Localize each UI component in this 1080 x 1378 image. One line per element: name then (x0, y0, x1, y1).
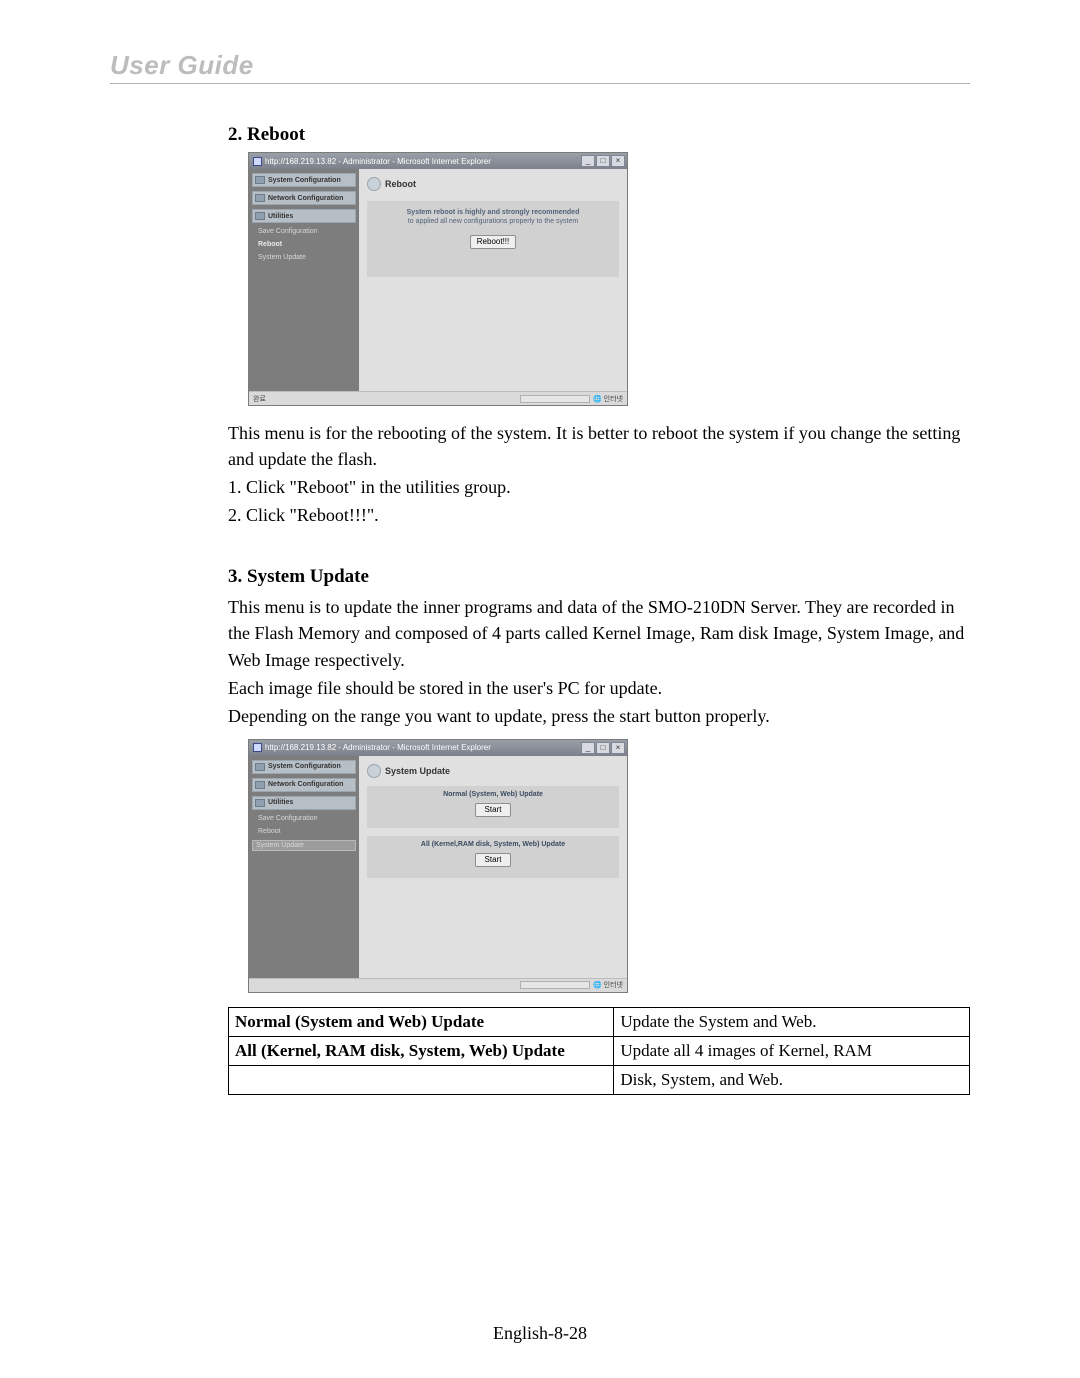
sidebar-item-label: Utilities (268, 213, 293, 220)
maximize-icon[interactable]: □ (596, 155, 610, 167)
main-panel: System Update Normal (System, Web) Updat… (359, 756, 627, 978)
close-icon[interactable]: × (611, 742, 625, 754)
sidebar-item-label: Network Configuration (268, 195, 343, 202)
update-heading: 3. System Update (228, 566, 970, 588)
maximize-icon[interactable]: □ (596, 742, 610, 754)
sidebar-item-label: System Configuration (268, 177, 341, 184)
update-screenshot: http://168.219.13.82 - Administrator - M… (248, 739, 628, 993)
window-title: http://168.219.13.82 - Administrator - M… (265, 157, 491, 166)
folder-icon (255, 194, 265, 202)
wrench-icon (367, 764, 381, 778)
minimize-icon[interactable]: _ (581, 155, 595, 167)
panel-title-label: System Update (385, 766, 450, 776)
reboot-msg-line2: to applied all new configurations proper… (377, 218, 609, 225)
update-table-all-label-empty (229, 1065, 614, 1094)
reboot-step1: 1. Click "Reboot" in the utilities group… (228, 474, 970, 500)
window-title: http://168.219.13.82 - Administrator - M… (265, 743, 491, 752)
sidebar-item-label: System Configuration (268, 763, 341, 770)
sidebar: System Configuration Network Configurati… (249, 756, 359, 978)
update-table-normal-desc: Update the System and Web. (614, 1007, 970, 1036)
window-controls: _ □ × (581, 155, 625, 167)
folder-icon (255, 781, 265, 789)
ie-icon (253, 743, 262, 752)
status-right: 🌐 인터넷 (593, 394, 623, 404)
sidebar-item-network-configuration[interactable]: Network Configuration (252, 191, 356, 205)
reboot-msg-line1: System reboot is highly and strongly rec… (377, 209, 609, 216)
page-title: User Guide (110, 50, 970, 81)
reboot-step2: 2. Click "Reboot!!!". (228, 502, 970, 528)
progress-bar (520, 981, 590, 989)
update-table-all-label: All (Kernel, RAM disk, System, Web) Upda… (229, 1036, 614, 1065)
window-controls: _ □ × (581, 742, 625, 754)
start-all-button[interactable]: Start (475, 853, 511, 867)
sidebar-sub-reboot[interactable]: Reboot (252, 240, 356, 249)
sidebar-item-utilities[interactable]: Utilities (252, 209, 356, 223)
update-table-all-desc-a: Update all 4 images of Kernel, RAM (614, 1036, 970, 1065)
minimize-icon[interactable]: _ (581, 742, 595, 754)
sidebar-item-system-configuration[interactable]: System Configuration (252, 760, 356, 774)
window-titlebar: http://168.219.13.82 - Administrator - M… (249, 153, 627, 169)
update-p3: Depending on the range you want to updat… (228, 703, 970, 729)
update-p2: Each image file should be stored in the … (228, 675, 970, 701)
update-table-all-desc-b: Disk, System, and Web. (614, 1065, 970, 1094)
all-update-label: All (Kernel,RAM disk, System, Web) Updat… (373, 841, 613, 848)
panel-title-label: Reboot (385, 179, 416, 189)
status-bar: 완료 🌐 인터넷 (249, 391, 627, 405)
panel-title: System Update (367, 764, 619, 778)
reboot-heading: 2. Reboot (228, 124, 970, 146)
status-right: 🌐 인터넷 (593, 980, 623, 990)
header-divider (110, 83, 970, 84)
normal-update-label: Normal (System, Web) Update (373, 791, 613, 798)
sidebar-item-system-configuration[interactable]: System Configuration (252, 173, 356, 187)
folder-icon (255, 212, 265, 220)
folder-icon (255, 176, 265, 184)
close-icon[interactable]: × (611, 155, 625, 167)
sidebar-item-label: Utilities (268, 799, 293, 806)
reboot-button[interactable]: Reboot!!! (470, 235, 516, 249)
page-footer: English-8-28 (0, 1323, 1080, 1344)
status-left: 완료 (253, 394, 266, 404)
reboot-desc: This menu is for the rebooting of the sy… (228, 420, 970, 472)
sidebar-item-label: Network Configuration (268, 781, 343, 788)
sidebar-sub-system-update[interactable]: System Update (252, 253, 356, 262)
sidebar-sub-system-update[interactable]: System Update (252, 840, 356, 851)
panel-title: Reboot (367, 177, 619, 191)
reboot-screenshot: http://168.219.13.82 - Administrator - M… (248, 152, 628, 406)
start-normal-button[interactable]: Start (475, 803, 511, 817)
all-update-row: All (Kernel,RAM disk, System, Web) Updat… (367, 836, 619, 878)
folder-icon (255, 799, 265, 807)
status-bar: 🌐 인터넷 (249, 978, 627, 992)
folder-icon (255, 763, 265, 771)
sidebar: System Configuration Network Configurati… (249, 169, 359, 391)
window-titlebar: http://168.219.13.82 - Administrator - M… (249, 740, 627, 756)
wrench-icon (367, 177, 381, 191)
table-row: Disk, System, and Web. (229, 1065, 970, 1094)
normal-update-row: Normal (System, Web) Update Start (367, 786, 619, 828)
sidebar-sub-save-configuration[interactable]: Save Configuration (252, 814, 356, 823)
progress-bar (520, 395, 590, 403)
ie-icon (253, 157, 262, 166)
table-row: Normal (System and Web) Update Update th… (229, 1007, 970, 1036)
sidebar-item-utilities[interactable]: Utilities (252, 796, 356, 810)
update-table-normal-label: Normal (System and Web) Update (229, 1007, 614, 1036)
sidebar-sub-reboot[interactable]: Reboot (252, 827, 356, 836)
reboot-panel: System reboot is highly and strongly rec… (367, 201, 619, 277)
sidebar-sub-save-configuration[interactable]: Save Configuration (252, 227, 356, 236)
table-row: All (Kernel, RAM disk, System, Web) Upda… (229, 1036, 970, 1065)
sidebar-item-network-configuration[interactable]: Network Configuration (252, 778, 356, 792)
update-table: Normal (System and Web) Update Update th… (228, 1007, 970, 1095)
update-p1: This menu is to update the inner program… (228, 594, 970, 672)
main-panel: Reboot System reboot is highly and stron… (359, 169, 627, 391)
